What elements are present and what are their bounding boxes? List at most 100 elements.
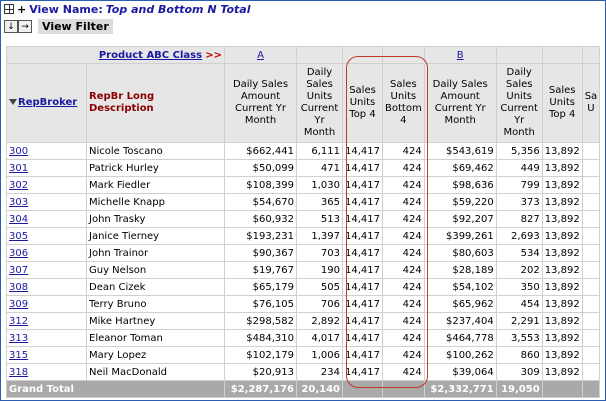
- b-amount: $69,462: [423, 159, 497, 177]
- total-b-amount: $2,332,771: [423, 380, 497, 398]
- a-top: 14,417: [342, 363, 383, 381]
- a-units: 513: [296, 210, 343, 228]
- product-abc-class-link[interactable]: Product ABC Class: [99, 50, 202, 61]
- b-bottom: [581, 193, 601, 211]
- a-top: 14,417: [342, 193, 383, 211]
- a-bottom: 424: [382, 278, 425, 296]
- repbroker-link[interactable]: 307: [9, 265, 28, 276]
- b-amount: $92,207: [423, 210, 497, 228]
- a-amount: $484,310: [224, 329, 297, 347]
- b-units: 827: [495, 210, 543, 228]
- repbroker-link[interactable]: 306: [9, 248, 28, 259]
- a-amount: $65,179: [224, 278, 297, 296]
- a-units: 1,006: [296, 346, 343, 364]
- repbroker-link[interactable]: 303: [9, 197, 28, 208]
- a-amount: $298,582: [224, 312, 297, 330]
- total-b-units: 19,050: [495, 380, 543, 398]
- b-top: 13,892: [541, 363, 583, 381]
- b-top-header: Sales Units Top 4: [541, 63, 583, 143]
- a-top: 14,417: [342, 329, 383, 347]
- b-units: 350: [495, 278, 543, 296]
- b-units: 373: [495, 193, 543, 211]
- sort-right-button[interactable]: →: [18, 19, 32, 33]
- repbroker-link[interactable]: 313: [9, 333, 28, 344]
- table-body: 300 Nicole Toscano $662,441 6,111 14,417 424 $…: [6, 142, 601, 381]
- b-amount: $543,619: [423, 142, 497, 160]
- a-amount: $90,367: [224, 244, 297, 262]
- b-top: 13,892: [541, 142, 583, 160]
- b-amount: $100,262: [423, 346, 497, 364]
- rep-name: Mike Hartney: [86, 312, 225, 330]
- repbroker-header[interactable]: RepBroker: [6, 63, 87, 143]
- grand-total-row: Grand Total $2,287,176 20,140 $2,332,771…: [6, 380, 601, 398]
- product-class-header: Product ABC Class >>: [6, 46, 225, 64]
- b-bottom: [581, 329, 601, 347]
- a-bottom: 424: [382, 193, 425, 211]
- rep-name: Patrick Hurley: [86, 159, 225, 177]
- sort-down-button[interactable]: ↓: [4, 19, 18, 33]
- table-row: 312 Mike Hartney $298,582 2,892 14,417 424 $23…: [6, 312, 601, 330]
- class-a-header: A: [224, 46, 297, 64]
- a-amount: $662,441: [224, 142, 297, 160]
- view-name: Top and Bottom N Total: [105, 2, 251, 16]
- a-units: 706: [296, 295, 343, 313]
- grand-total-label: Grand Total: [6, 380, 225, 398]
- a-bottom: 424: [382, 261, 425, 279]
- class-a-link[interactable]: A: [257, 50, 264, 61]
- repbroker-link[interactable]: 318: [9, 367, 28, 378]
- view-filter-button[interactable]: View Filter: [38, 18, 113, 34]
- a-bottom: 424: [382, 329, 425, 347]
- repbroker-link[interactable]: 301: [9, 163, 28, 174]
- b-bottom-header: Sa U: [581, 63, 601, 143]
- b-top: 13,892: [541, 261, 583, 279]
- a-bottom: 424: [382, 295, 425, 313]
- table-row: 304 John Trasky $60,932 513 14,417 424 $92,207…: [6, 210, 601, 228]
- total-a-amount: $2,287,176: [224, 380, 297, 398]
- grid-icon[interactable]: [4, 4, 14, 14]
- repbroker-link[interactable]: 304: [9, 214, 28, 225]
- a-bottom: 424: [382, 227, 425, 245]
- rep-name: Janice Tierney: [86, 227, 225, 245]
- rep-name: Mark Fiedler: [86, 176, 225, 194]
- repbroker-link[interactable]: 305: [9, 231, 28, 242]
- b-amount: $237,404: [423, 312, 497, 330]
- rep-name: Eleanor Toman: [86, 329, 225, 347]
- filter-icon[interactable]: [9, 99, 17, 105]
- a-units: 6,111: [296, 142, 343, 160]
- repbroker-link[interactable]: 308: [9, 282, 28, 293]
- b-bottom: [581, 210, 601, 228]
- table-row: 305 Janice Tierney $193,231 1,397 14,417 424 $…: [6, 227, 601, 245]
- a-units: 505: [296, 278, 343, 296]
- a-bottom: 424: [382, 244, 425, 262]
- expand-arrows[interactable]: >>: [205, 50, 222, 61]
- a-amount: $50,099: [224, 159, 297, 177]
- repbroker-link[interactable]: 315: [9, 350, 28, 361]
- a-top: 14,417: [342, 210, 383, 228]
- rep-name: Mary Lopez: [86, 346, 225, 364]
- b-top: 13,892: [541, 278, 583, 296]
- b-units: 2,693: [495, 227, 543, 245]
- a-amount-header: Daily Sales Amount Current Yr Month: [224, 63, 297, 143]
- b-amount-header: Daily Sales Amount Current Yr Month: [423, 63, 497, 143]
- b-bottom: [581, 261, 601, 279]
- table-row: 313 Eleanor Toman $484,310 4,017 14,417 424 $4…: [6, 329, 601, 347]
- a-top: 14,417: [342, 346, 383, 364]
- a-bottom: 424: [382, 142, 425, 160]
- expand-plus-icon[interactable]: +: [17, 3, 26, 16]
- a-units: 365: [296, 193, 343, 211]
- rep-name: Nicole Toscano: [86, 142, 225, 160]
- b-units: 534: [495, 244, 543, 262]
- a-bottom: 424: [382, 210, 425, 228]
- repbroker-link[interactable]: 309: [9, 299, 28, 310]
- repbroker-link[interactable]: 312: [9, 316, 28, 327]
- a-top: 14,417: [342, 142, 383, 160]
- a-units: 1,030: [296, 176, 343, 194]
- a-amount: $20,913: [224, 363, 297, 381]
- b-units: 454: [495, 295, 543, 313]
- b-amount: $399,261: [423, 227, 497, 245]
- b-bottom: [581, 159, 601, 177]
- repbroker-link[interactable]: 302: [9, 180, 28, 191]
- rep-name: John Trainor: [86, 244, 225, 262]
- repbroker-link[interactable]: 300: [9, 146, 28, 157]
- class-b-link[interactable]: B: [457, 50, 464, 61]
